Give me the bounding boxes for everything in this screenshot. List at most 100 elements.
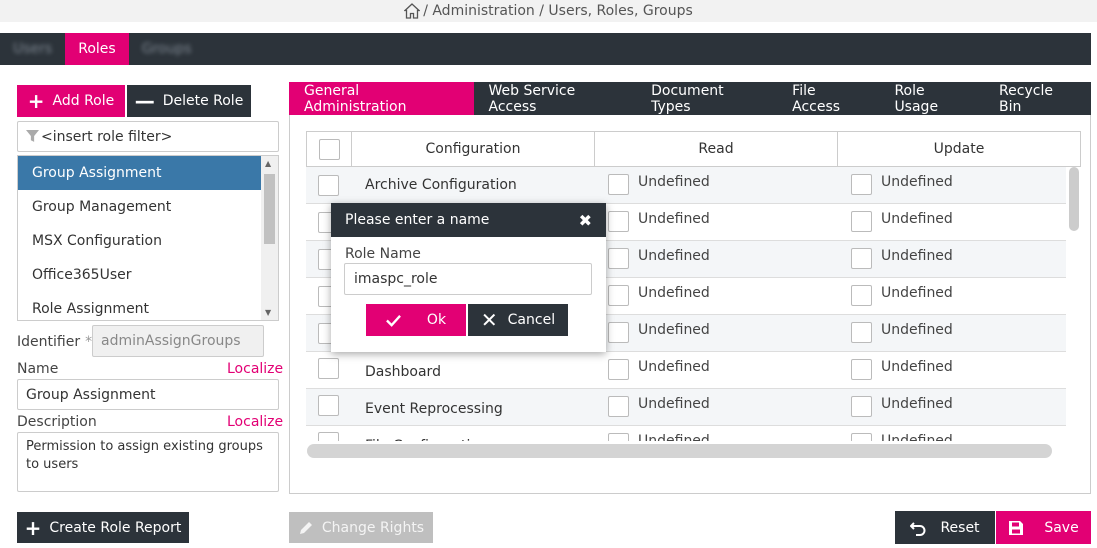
plus-icon: + — [27, 89, 45, 113]
grid-header: Configuration Read Update — [306, 131, 1081, 167]
update-value: Undefined — [881, 359, 953, 375]
add-role-button[interactable]: + Add Role — [17, 85, 125, 117]
list-item[interactable]: Office365User — [18, 258, 262, 292]
tab-document-types[interactable]: Document Types — [636, 82, 777, 115]
description-localize-link[interactable]: Localize — [227, 414, 283, 430]
name-localize-link[interactable]: Localize — [227, 361, 283, 377]
update-checkbox[interactable] — [851, 174, 872, 195]
ok-button[interactable]: Ok — [366, 304, 466, 336]
list-item[interactable]: Group Assignment — [18, 156, 262, 190]
config-cell: Event Reprocessing — [365, 401, 503, 417]
ok-label: Ok — [426, 312, 447, 328]
read-value: Undefined — [638, 211, 710, 227]
update-checkbox[interactable] — [851, 248, 872, 269]
update-checkbox[interactable] — [851, 433, 872, 441]
role-name-input[interactable]: imaspc_role — [344, 263, 592, 295]
table-row[interactable]: File Configuration Undefined Undefined — [306, 426, 1066, 441]
dialog-header: Please enter a name ✖ — [331, 203, 606, 237]
create-role-report-label: Create Role Report — [49, 519, 182, 536]
read-value: Undefined — [638, 174, 710, 190]
row-checkbox[interactable] — [318, 395, 339, 416]
read-value: Undefined — [638, 396, 710, 412]
tab-role-usage[interactable]: Role Usage — [879, 82, 984, 115]
name-dialog: Please enter a name ✖ Role Name imaspc_r… — [331, 203, 606, 352]
row-checkbox[interactable] — [318, 358, 339, 379]
column-header-read[interactable]: Read — [595, 132, 838, 166]
column-header-update[interactable]: Update — [838, 132, 1080, 166]
read-checkbox[interactable] — [608, 211, 629, 232]
column-header-configuration[interactable]: Configuration — [352, 132, 595, 166]
read-checkbox[interactable] — [608, 174, 629, 195]
update-checkbox[interactable] — [851, 322, 872, 343]
read-value: Undefined — [638, 433, 710, 441]
read-value: Undefined — [638, 359, 710, 375]
identifier-field[interactable]: adminAssignGroups — [92, 325, 264, 357]
grid-horizontal-scrollbar[interactable] — [307, 444, 1052, 458]
delete-role-label: Delete Role — [162, 93, 244, 109]
read-value: Undefined — [638, 322, 710, 338]
tab-roles[interactable]: Roles — [65, 33, 129, 65]
name-field[interactable]: Group Assignment — [17, 379, 279, 410]
tab-file-access[interactable]: File Access — [777, 82, 879, 115]
update-checkbox[interactable] — [851, 285, 872, 306]
save-icon — [1009, 520, 1024, 535]
reset-label: Reset — [940, 519, 980, 536]
role-filter-input[interactable]: <insert role filter> — [17, 121, 279, 152]
read-checkbox[interactable] — [608, 248, 629, 269]
update-value: Undefined — [881, 248, 953, 264]
update-checkbox[interactable] — [851, 396, 872, 417]
role-filter-placeholder: <insert role filter> — [41, 128, 173, 145]
scroll-up-arrow-icon[interactable]: ▲ — [265, 159, 271, 168]
read-checkbox[interactable] — [608, 322, 629, 343]
create-role-report-button[interactable]: + Create Role Report — [17, 512, 189, 543]
read-checkbox[interactable] — [608, 285, 629, 306]
update-checkbox[interactable] — [851, 211, 872, 232]
delete-role-button[interactable]: — Delete Role — [127, 85, 251, 117]
read-value: Undefined — [638, 248, 710, 264]
name-label: Name — [17, 361, 59, 377]
save-button[interactable]: Save — [996, 511, 1091, 544]
cancel-button[interactable]: ✕ Cancel — [468, 304, 568, 336]
grid-vertical-scrollbar[interactable] — [1069, 167, 1079, 231]
home-icon[interactable] — [404, 3, 421, 19]
plus-icon: + — [24, 515, 42, 540]
table-row[interactable]: Dashboard Undefined Undefined — [306, 352, 1066, 389]
role-list-scrollbar[interactable]: ▲ ▼ — [261, 156, 278, 320]
select-all-checkbox[interactable] — [318, 138, 340, 160]
update-checkbox[interactable] — [851, 359, 872, 380]
list-item[interactable]: MSX Configuration — [18, 224, 262, 258]
tab-users[interactable]: Users — [0, 33, 65, 65]
tab-recycle-bin[interactable]: Recycle Bin — [984, 82, 1091, 115]
tab-web-service-access[interactable]: Web Service Access — [474, 82, 637, 115]
list-item[interactable]: Role Assignment — [18, 292, 262, 320]
permission-tabs: General Administration Web Service Acces… — [289, 82, 1091, 115]
update-value: Undefined — [881, 211, 953, 227]
config-cell: Archive Configuration — [365, 177, 517, 193]
read-checkbox[interactable] — [608, 359, 629, 380]
x-icon: ✕ — [480, 308, 498, 332]
identifier-label-text: Identifier — [17, 334, 81, 350]
top-tabs: Users Roles Groups — [0, 33, 1091, 65]
read-checkbox[interactable] — [608, 396, 629, 417]
table-row[interactable]: Archive Configuration Undefined Undefine… — [306, 167, 1066, 204]
read-value: Undefined — [638, 285, 710, 301]
change-rights-button[interactable]: Change Rights — [289, 512, 433, 543]
row-checkbox[interactable] — [318, 174, 339, 196]
config-cell: File Configuration — [351, 426, 594, 441]
scroll-thumb[interactable] — [264, 174, 275, 244]
cancel-label: Cancel — [507, 312, 556, 328]
description-field[interactable]: Permission to assign existing groups to … — [17, 432, 279, 492]
scroll-down-arrow-icon[interactable]: ▼ — [265, 308, 271, 317]
tab-groups[interactable]: Groups — [129, 33, 205, 65]
list-item[interactable]: Group Management — [18, 190, 262, 224]
reset-button[interactable]: Reset — [895, 511, 995, 544]
read-checkbox[interactable] — [608, 433, 629, 441]
update-value: Undefined — [881, 396, 953, 412]
close-icon[interactable]: ✖ — [579, 211, 592, 230]
table-row[interactable]: Event Reprocessing Undefined Undefined — [306, 389, 1066, 426]
pencil-icon — [299, 521, 312, 534]
row-checkbox[interactable] — [318, 432, 339, 441]
tab-general-administration[interactable]: General Administration — [289, 82, 474, 115]
select-all-cell — [307, 132, 352, 166]
undo-icon — [910, 521, 926, 536]
